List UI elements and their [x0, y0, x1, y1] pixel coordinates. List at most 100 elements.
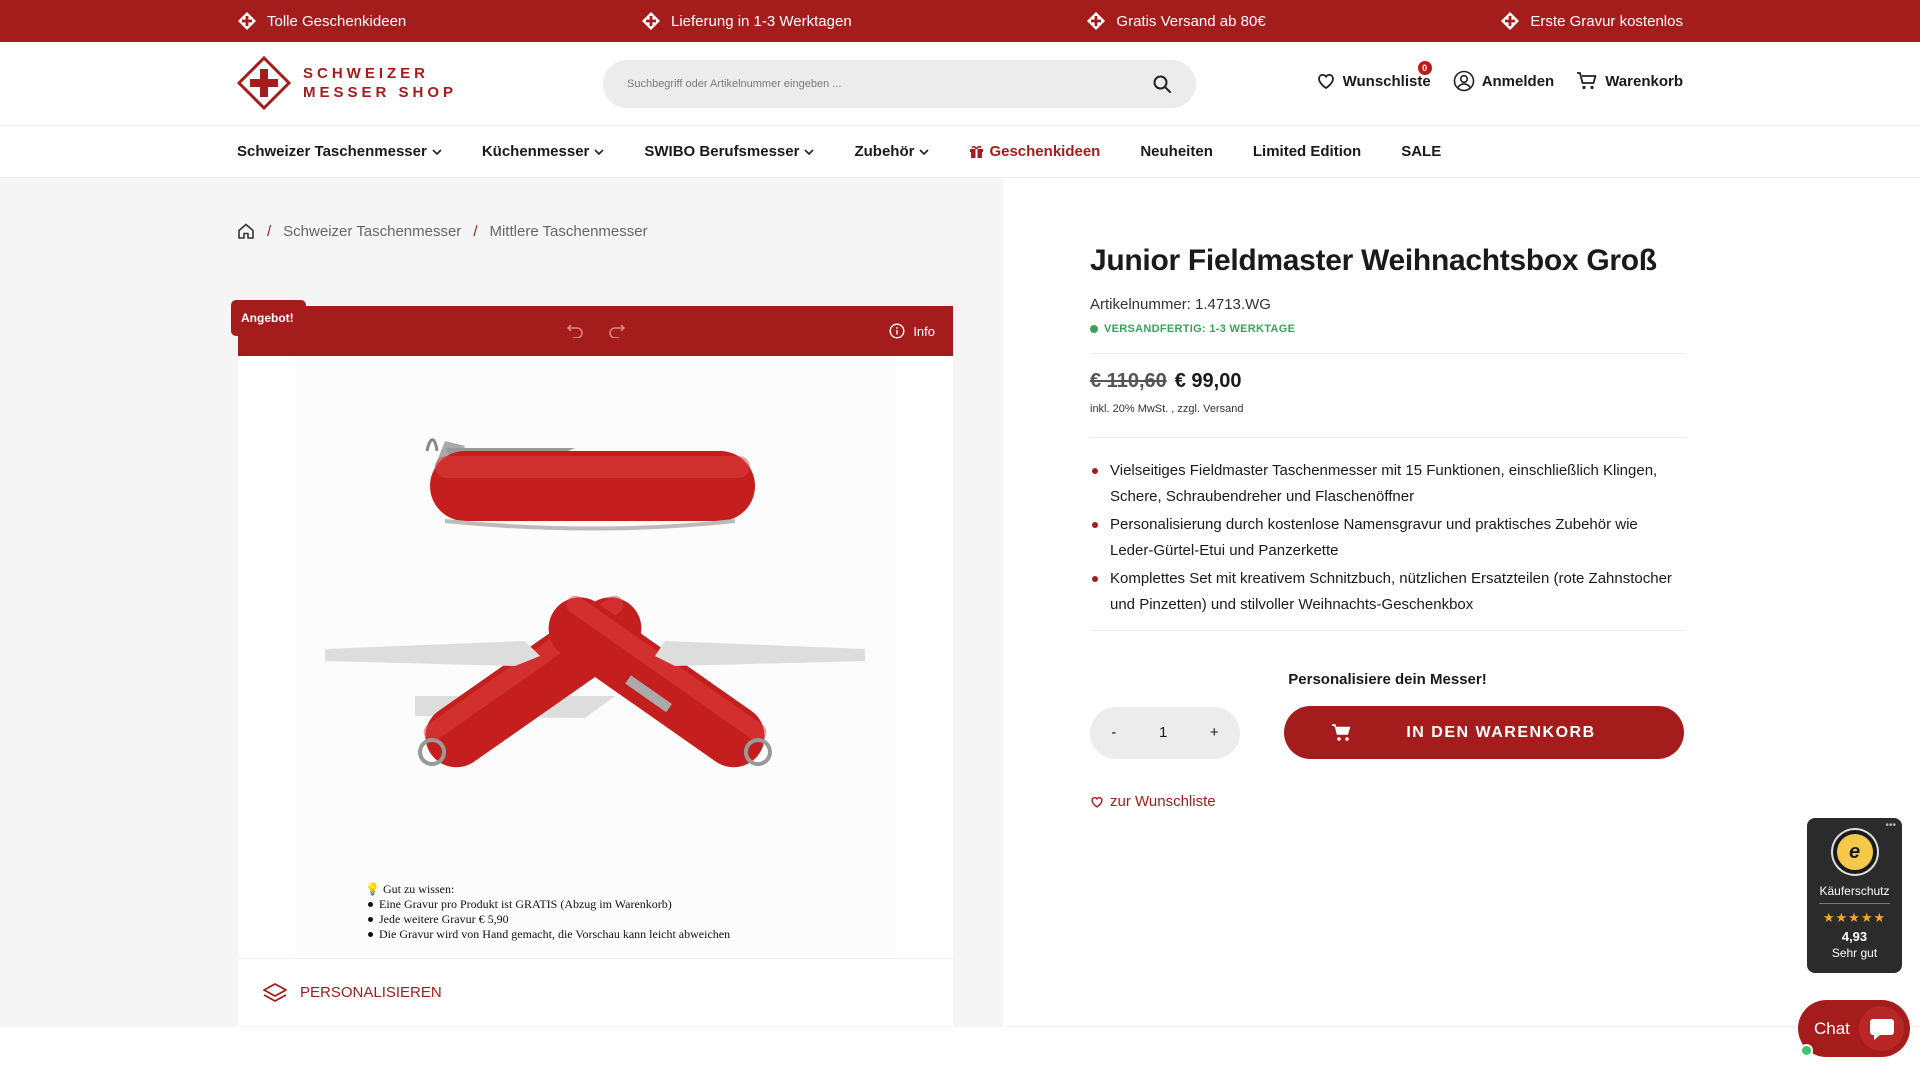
- nav-item-taschenmesser[interactable]: Schweizer Taschenmesser: [237, 143, 442, 160]
- trusted-shops-badge[interactable]: ••• e Käuferschutz ★★★★★ 4,93 Sehr gut: [1807, 818, 1902, 973]
- swiss-cross-icon: [642, 12, 660, 30]
- chat-widget-button[interactable]: Chat: [1798, 1000, 1910, 1057]
- wishlist-count-badge: 0: [1417, 61, 1432, 75]
- lightbulb-icon: 💡: [365, 882, 380, 896]
- nav-item-zubehoer[interactable]: Zubehör: [854, 143, 930, 160]
- heart-icon: [1091, 796, 1103, 808]
- note-item: Die Gravur wird von Hand gemacht, die Vo…: [365, 927, 730, 942]
- qty-minus-button[interactable]: -: [1111, 724, 1116, 741]
- feature-item: Vielseitiges Fieldmaster Taschenmesser m…: [1090, 458, 1685, 510]
- note-title-text: Gut zu wissen:: [382, 882, 455, 896]
- nav-item-limited-edition[interactable]: Limited Edition: [1253, 143, 1361, 160]
- nav-item-neuheiten[interactable]: Neuheiten: [1140, 143, 1213, 160]
- add-to-cart-label: IN DEN WARENKORB: [1406, 723, 1596, 741]
- history-controls: [566, 322, 626, 338]
- chevron-down-icon: [432, 148, 442, 155]
- info-button[interactable]: Info: [889, 323, 935, 339]
- add-to-cart-button[interactable]: IN DEN WARENKORB: [1284, 706, 1684, 759]
- article-number: Artikelnummer: 1.4713.WG: [1090, 296, 1271, 313]
- usp-label: Gratis Versand ab 80€: [1116, 12, 1266, 30]
- chevron-down-icon: [804, 148, 815, 155]
- rating-stars: ★★★★★: [1822, 910, 1887, 925]
- current-price: € 99,00: [1174, 370, 1242, 392]
- nav-item-swibo[interactable]: SWIBO Berufsmesser: [644, 143, 815, 160]
- chat-label: Chat: [1814, 1018, 1850, 1038]
- stock-status: VERSANDFERTIG: 1-3 WERKTAGE: [1090, 323, 1685, 335]
- note-item: Eine Gravur pro Produkt ist GRATIS (Abzu…: [365, 897, 730, 912]
- speech-bubble-icon: [1869, 1018, 1894, 1040]
- note-item: Jede weitere Gravur € 5,90: [365, 912, 730, 927]
- usp-label: Erste Gravur kostenlos: [1530, 12, 1683, 30]
- personalize-prompt: Personalisiere dein Messer!: [1288, 671, 1487, 688]
- user-icon: [1453, 70, 1474, 92]
- cart-icon: [1577, 72, 1597, 90]
- divider: [1003, 1026, 1920, 1027]
- usp-bar: Tolle Geschenkideen Lieferung in 1-3 Wer…: [0, 0, 1920, 42]
- buy-row: - 1 + IN DEN WARENKORB: [1090, 706, 1685, 759]
- personalize-button[interactable]: PERSONALISIEREN: [238, 958, 953, 1026]
- logo-line-2: MESSER SHOP: [303, 84, 458, 101]
- configurator-toolbar: Info: [238, 306, 953, 356]
- feature-item: Personalisierung durch kostenlose Namens…: [1090, 512, 1685, 564]
- price-block: € 110,60 € 99,00: [1090, 370, 1685, 393]
- chevron-down-icon: [919, 148, 930, 155]
- nav-label: Neuheiten: [1140, 143, 1213, 160]
- home-icon[interactable]: [237, 222, 255, 240]
- trust-seal-icon: e: [1832, 830, 1877, 874]
- breadcrumb-item[interactable]: Schweizer Taschenmesser: [283, 223, 461, 240]
- swiss-cross-icon: [238, 12, 256, 30]
- nav-item-kuechenmesser[interactable]: Küchenmesser: [482, 143, 605, 160]
- qty-plus-button[interactable]: +: [1210, 724, 1219, 741]
- breadcrumb-separator: /: [473, 222, 478, 240]
- swiss-cross-icon: [1087, 12, 1106, 30]
- rating-word: Sehr gut: [1831, 946, 1878, 960]
- header-actions: Wunschliste 0 Anmelden Warenkorb: [1316, 61, 1683, 92]
- tax-note: inkl. 20% MwSt. , zzgl. Versand: [1090, 403, 1244, 415]
- site-header: SCHWEIZER MESSER SHOP Wunschliste 0 Anme…: [0, 42, 1920, 126]
- nav-item-sale[interactable]: SALE: [1401, 143, 1441, 160]
- product-info: Junior Fieldmaster Weihnachtsbox Groß Ar…: [1090, 240, 1685, 810]
- nav-label: Limited Edition: [1252, 143, 1362, 160]
- heart-icon: [1317, 73, 1334, 90]
- shop-logo[interactable]: SCHWEIZER MESSER SHOP: [237, 56, 457, 110]
- undo-icon[interactable]: [566, 322, 584, 338]
- more-options-icon[interactable]: •••: [1885, 820, 1896, 831]
- usp-item: Lieferung in 1-3 Werktagen: [641, 11, 852, 31]
- nav-label: Schweizer Taschenmesser: [237, 143, 427, 160]
- stock-status-text: VERSANDFERTIG: 1-3 WERKTAGE: [1104, 323, 1296, 335]
- note-title: 💡 Gut zu wissen:: [365, 882, 730, 897]
- old-price: € 110,60: [1090, 370, 1167, 392]
- engraving-note: 💡 Gut zu wissen: Eine Gravur pro Produkt…: [365, 882, 730, 942]
- search-icon[interactable]: [1152, 74, 1172, 94]
- product-title: Junior Fieldmaster Weihnachtsbox Groß: [1090, 244, 1657, 277]
- add-to-wishlist-link[interactable]: zur Wunschliste: [1090, 793, 1685, 810]
- info-label: Info: [913, 323, 935, 339]
- layers-icon: [263, 982, 287, 1002]
- wishlist-button[interactable]: Wunschliste 0: [1316, 61, 1432, 91]
- stock-dot-icon: [1090, 325, 1098, 333]
- cart-button[interactable]: Warenkorb: [1576, 71, 1683, 91]
- usp-label: Lieferung in 1-3 Werktagen: [671, 12, 852, 30]
- cart-icon: [1332, 723, 1351, 741]
- usp-item: Gratis Versand ab 80€: [1086, 11, 1266, 31]
- personalize-label: PERSONALISIEREN: [300, 984, 442, 1001]
- nav-label: Zubehör: [854, 143, 915, 160]
- rating-score: 4,93: [1841, 929, 1868, 944]
- login-label: Anmelden: [1481, 72, 1555, 90]
- engraving-configurator: Info 💡 Gut zu wissen: Eine Gravur pro Pr…: [238, 306, 953, 1026]
- offer-badge: Angebot!: [231, 300, 306, 336]
- usp-item: Erste Gravur kostenlos: [1500, 11, 1683, 31]
- knife-preview-canvas[interactable]: 💡 Gut zu wissen: Eine Gravur pro Produkt…: [295, 356, 896, 956]
- breadcrumb-item[interactable]: Mittlere Taschenmesser: [489, 223, 647, 240]
- chevron-down-icon: [594, 148, 604, 155]
- divider: [1090, 437, 1685, 438]
- logo-line-1: SCHWEIZER: [303, 65, 429, 82]
- qty-value[interactable]: 1: [1159, 724, 1167, 741]
- knife-top-view: [425, 438, 755, 531]
- logo-cross-icon: [237, 56, 291, 110]
- search-input[interactable]: [627, 78, 1152, 90]
- gift-icon: [970, 145, 984, 158]
- nav-item-geschenkideen[interactable]: Geschenkideen: [969, 143, 1100, 160]
- redo-icon[interactable]: [608, 322, 626, 338]
- login-button[interactable]: Anmelden: [1453, 70, 1555, 92]
